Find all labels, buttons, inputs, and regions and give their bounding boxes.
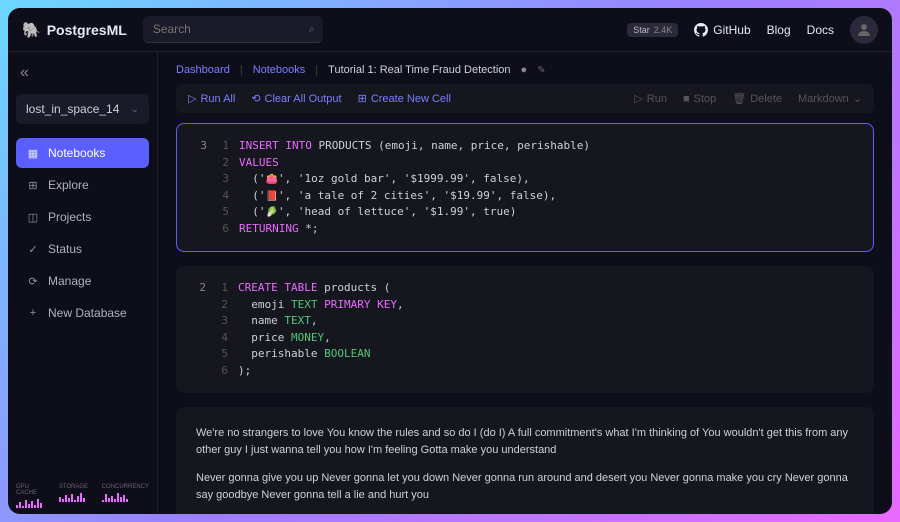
brand-name: PostgresML xyxy=(47,22,127,38)
collapse-sidebar-button[interactable]: « xyxy=(16,60,33,86)
docs-link[interactable]: Docs xyxy=(807,23,834,37)
toolbar: ▷ Run All ⟲ Clear All Output ⊞ Create Ne… xyxy=(176,84,874,113)
cell-mode-select[interactable]: Markdown ⌄ xyxy=(798,92,862,105)
breadcrumb-dashboard[interactable]: Dashboard xyxy=(176,64,230,76)
sidebar: « lost_in_space_14 ⌄ ▦Notebooks⊞Explore◫… xyxy=(8,52,158,514)
clear-output-button[interactable]: ⟲ Clear All Output xyxy=(251,92,341,105)
sidebar-item-projects[interactable]: ◫Projects xyxy=(16,202,149,232)
nav-icon: ⊞ xyxy=(26,179,40,192)
markdown-cell[interactable]: We're no strangers to love You know the … xyxy=(176,407,874,514)
stop-icon: ■ xyxy=(683,93,690,105)
nav-icon: ▦ xyxy=(26,147,40,160)
new-cell-button[interactable]: ⊞ Create New Cell xyxy=(358,92,451,105)
search-icon: ⌕ xyxy=(309,23,315,36)
breadcrumb-notebooks[interactable]: Notebooks xyxy=(253,64,306,76)
avatar[interactable] xyxy=(850,16,878,44)
cell-execution-count: 2 xyxy=(186,280,214,379)
github-icon xyxy=(694,23,708,37)
code-cell[interactable]: 2 1 2 3 4 5 6 CREATE TABLE products ( em… xyxy=(176,266,874,393)
stat-gpu-cache: GPU CACHE xyxy=(16,484,49,508)
sidebar-item-new-database[interactable]: +New Database xyxy=(16,298,149,328)
breadcrumb: Dashboard | Notebooks | Tutorial 1: Real… xyxy=(158,52,892,84)
breadcrumb-current: Tutorial 1: Real Time Fraud Detection xyxy=(328,64,510,76)
plus-cell-icon: ⊞ xyxy=(358,92,367,105)
run-button[interactable]: ▷ Run xyxy=(634,92,667,105)
user-icon xyxy=(856,22,872,38)
sidebar-item-explore[interactable]: ⊞Explore xyxy=(16,170,149,200)
nav-icon: ◫ xyxy=(26,211,40,224)
delete-button[interactable]: 🗑 Delete xyxy=(732,92,782,105)
stat-storage: STORAGE xyxy=(59,484,92,508)
stop-button[interactable]: ■ Stop xyxy=(683,93,716,105)
play-icon: ▷ xyxy=(188,92,196,105)
cells-container: 3 1 2 3 4 5 6 INSERT INTO PRODUCTS (emoj… xyxy=(158,123,892,514)
github-link[interactable]: GitHub xyxy=(694,23,750,37)
sidebar-item-notebooks[interactable]: ▦Notebooks xyxy=(16,138,149,168)
stat-concurrency: CONCURRENCY xyxy=(102,484,149,508)
clear-icon: ⟲ xyxy=(251,92,260,105)
sidebar-footer: GPU CACHE STORAGE CONCURRENCY xyxy=(16,484,149,508)
nav-icon: ⟳ xyxy=(26,275,40,288)
trash-icon: 🗑 xyxy=(732,92,746,105)
database-selector[interactable]: lost_in_space_14 ⌄ xyxy=(16,94,149,124)
line-gutter: 1 2 3 4 5 6 xyxy=(214,280,238,379)
cell-execution-count: 3 xyxy=(187,138,215,237)
run-all-button[interactable]: ▷ Run All xyxy=(188,92,235,105)
code-content[interactable]: INSERT INTO PRODUCTS (emoji, name, price… xyxy=(239,138,859,237)
main: Dashboard | Notebooks | Tutorial 1: Real… xyxy=(158,52,892,514)
nav-icon: ✓ xyxy=(26,243,40,256)
blog-link[interactable]: Blog xyxy=(767,23,791,37)
sidebar-item-status[interactable]: ✓Status xyxy=(16,234,149,264)
chevron-down-icon: ⌄ xyxy=(131,104,139,115)
github-star-badge[interactable]: Star 2.4K xyxy=(627,23,678,37)
chevron-down-icon: ⌄ xyxy=(853,92,862,105)
edit-icon[interactable]: ✎ xyxy=(537,65,545,76)
line-gutter: 1 2 3 4 5 6 xyxy=(215,138,239,237)
logo-icon: 🐘 xyxy=(22,21,41,39)
status-dot-icon: ● xyxy=(521,64,528,76)
app-window: 🐘 PostgresML ⌕ Star 2.4K GitHub Blog Doc… xyxy=(8,8,892,514)
sidebar-item-manage[interactable]: ⟳Manage xyxy=(16,266,149,296)
play-icon: ▷ xyxy=(634,92,642,105)
code-content[interactable]: CREATE TABLE products ( emoji TEXT PRIMA… xyxy=(238,280,860,379)
search-input[interactable] xyxy=(143,16,323,43)
search-wrap: ⌕ xyxy=(143,16,323,43)
brand-logo[interactable]: 🐘 PostgresML xyxy=(22,21,127,39)
nav-icon: + xyxy=(26,307,40,319)
nav: ▦Notebooks⊞Explore◫Projects✓Status⟳Manag… xyxy=(16,138,149,330)
code-cell[interactable]: 3 1 2 3 4 5 6 INSERT INTO PRODUCTS (emoj… xyxy=(176,123,874,252)
body: « lost_in_space_14 ⌄ ▦Notebooks⊞Explore◫… xyxy=(8,52,892,514)
topbar: 🐘 PostgresML ⌕ Star 2.4K GitHub Blog Doc… xyxy=(8,8,892,52)
